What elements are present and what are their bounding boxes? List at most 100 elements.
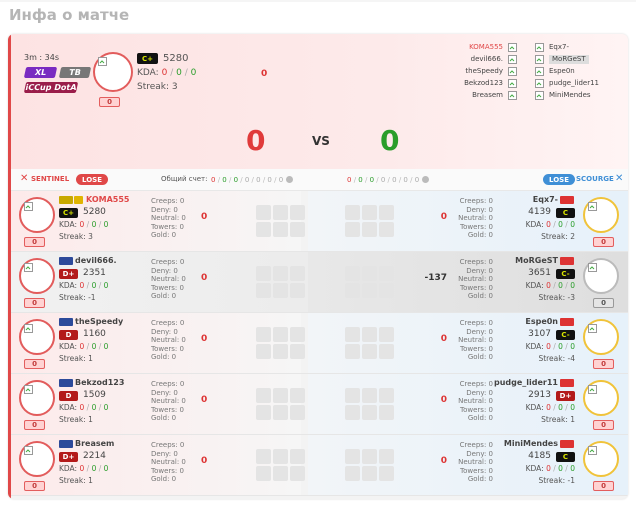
item-slot[interactable] xyxy=(379,388,394,403)
item-slot[interactable] xyxy=(379,344,394,359)
item-slot[interactable] xyxy=(290,344,305,359)
item-slot[interactable] xyxy=(256,344,271,359)
item-slot[interactable] xyxy=(362,222,377,237)
item-slot[interactable] xyxy=(379,466,394,481)
player-avatar[interactable] xyxy=(583,258,619,294)
rank-badge: C xyxy=(556,452,575,462)
player-avatar[interactable] xyxy=(583,441,619,477)
player-name[interactable]: theSpeedy xyxy=(75,318,123,326)
info-icon[interactable] xyxy=(286,176,294,183)
player-avatar[interactable] xyxy=(19,197,55,233)
item-slot[interactable] xyxy=(379,283,394,298)
item-slot[interactable] xyxy=(256,205,271,220)
item-slot[interactable] xyxy=(290,466,305,481)
item-slot[interactable] xyxy=(273,344,288,359)
item-slot[interactable] xyxy=(345,205,360,220)
item-slot[interactable] xyxy=(290,205,305,220)
item-slot[interactable] xyxy=(290,405,305,420)
item-slot[interactable] xyxy=(362,388,377,403)
pair-left-name[interactable]: Breasem xyxy=(472,92,503,99)
item-slot[interactable] xyxy=(345,388,360,403)
item-slot[interactable] xyxy=(256,222,271,237)
item-slot[interactable] xyxy=(290,222,305,237)
pair-left-name[interactable]: devil666. xyxy=(471,56,503,63)
player-avatar[interactable] xyxy=(583,197,619,233)
pair-left-name[interactable]: Bekzod123 xyxy=(464,80,503,87)
item-slot[interactable] xyxy=(345,222,360,237)
pair-right-name[interactable]: Eqx7- xyxy=(549,44,569,51)
item-slot[interactable] xyxy=(273,205,288,220)
pair-right-name[interactable]: pudge_lider11 xyxy=(549,80,599,87)
item-slot[interactable] xyxy=(273,222,288,237)
item-slot[interactable] xyxy=(362,266,377,281)
player-name[interactable]: MoRGeST xyxy=(515,257,558,265)
player-name[interactable]: KOMA555 xyxy=(86,196,130,204)
pair-right-name[interactable]: Espe0n xyxy=(549,68,575,75)
item-slot[interactable] xyxy=(256,405,271,420)
item-slot[interactable] xyxy=(256,327,271,342)
item-slot[interactable] xyxy=(379,405,394,420)
item-slot[interactable] xyxy=(256,283,271,298)
player-avatar[interactable] xyxy=(583,380,619,416)
item-slot[interactable] xyxy=(362,344,377,359)
item-slot[interactable] xyxy=(256,449,271,464)
player-name[interactable]: pudge_lider11 xyxy=(494,379,558,387)
player-avatar[interactable] xyxy=(19,319,55,355)
player-avatar[interactable] xyxy=(19,441,55,477)
pair-right-name[interactable]: MoRGeST xyxy=(549,55,589,64)
player-avatar[interactable] xyxy=(583,319,619,355)
stat-line: Creeps: 0 xyxy=(459,380,493,388)
item-slot[interactable] xyxy=(290,327,305,342)
player-name[interactable]: Espe0n xyxy=(525,318,558,326)
item-slot[interactable] xyxy=(345,466,360,481)
item-slot[interactable] xyxy=(290,266,305,281)
player-kda: KDA: 0 / 0 / 0 xyxy=(59,281,109,290)
item-slot[interactable] xyxy=(273,405,288,420)
item-slot[interactable] xyxy=(256,388,271,403)
item-slot[interactable] xyxy=(345,344,360,359)
pair-left-name[interactable]: KOMA555 xyxy=(469,44,503,51)
player-avatar[interactable] xyxy=(19,380,55,416)
item-slot[interactable] xyxy=(290,283,305,298)
stat-line: Deny: 0 xyxy=(151,388,178,397)
item-slot[interactable] xyxy=(273,266,288,281)
player-avatar[interactable] xyxy=(19,258,55,294)
item-slot[interactable] xyxy=(379,205,394,220)
player-name[interactable]: MiniMendes xyxy=(504,440,558,448)
pair-left-name[interactable]: theSpeedy xyxy=(465,68,503,75)
item-slot[interactable] xyxy=(273,466,288,481)
item-slot[interactable] xyxy=(362,449,377,464)
item-slot[interactable] xyxy=(345,449,360,464)
item-slot[interactable] xyxy=(290,388,305,403)
item-slot[interactable] xyxy=(345,327,360,342)
item-slot[interactable] xyxy=(379,266,394,281)
item-slot[interactable] xyxy=(379,449,394,464)
player-name[interactable]: Eqx7- xyxy=(533,196,558,204)
info-icon[interactable] xyxy=(422,176,430,183)
item-slot[interactable] xyxy=(345,283,360,298)
item-slot[interactable] xyxy=(273,388,288,403)
host-avatar[interactable] xyxy=(93,52,133,92)
player-delta: 0 xyxy=(201,395,208,405)
item-slot[interactable] xyxy=(256,466,271,481)
item-slot[interactable] xyxy=(362,283,377,298)
item-slot[interactable] xyxy=(290,449,305,464)
item-slot[interactable] xyxy=(345,405,360,420)
item-slot[interactable] xyxy=(362,405,377,420)
player-delta: 0 xyxy=(201,273,208,283)
item-slot[interactable] xyxy=(256,266,271,281)
item-slot[interactable] xyxy=(273,283,288,298)
player-name[interactable]: devil666. xyxy=(75,257,117,265)
player-kda: KDA: 0 / 0 / 0 xyxy=(59,220,109,229)
item-slot[interactable] xyxy=(273,449,288,464)
item-slot[interactable] xyxy=(362,205,377,220)
player-name[interactable]: Bekzod123 xyxy=(75,379,124,387)
pair-right-name[interactable]: MiniMendes xyxy=(549,92,591,99)
item-slot[interactable] xyxy=(379,222,394,237)
item-slot[interactable] xyxy=(362,327,377,342)
item-slot[interactable] xyxy=(273,327,288,342)
item-slot[interactable] xyxy=(379,327,394,342)
player-name[interactable]: Breasem xyxy=(75,440,114,448)
item-slot[interactable] xyxy=(345,266,360,281)
item-slot[interactable] xyxy=(362,466,377,481)
